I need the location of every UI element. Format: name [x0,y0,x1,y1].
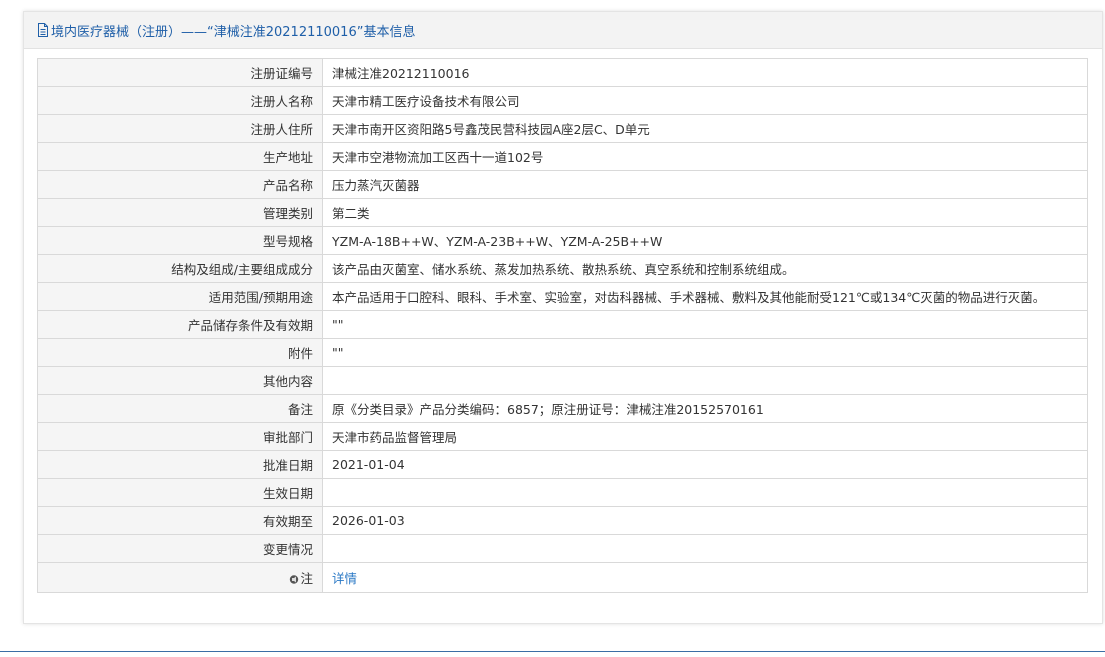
row-label: 管理类别 [37,198,323,227]
row-label: 审批部门 [37,422,323,451]
table-row: 结构及组成/主要组成成分 该产品由灭菌室、储水系统、蒸发加热系统、散热系统、真空系… [37,254,1088,283]
row-value [322,534,1088,563]
panel-header: 境内医疗器械（注册）——“津械注准20212110016”基本信息 [24,12,1102,49]
table-row: 产品储存条件及有效期 "" [37,310,1088,339]
table-row: 注册证编号 津械注准20212110016 [37,58,1088,87]
note-row: 注 详情 [37,562,1088,593]
table-row: 注册人住所 天津市南开区资阳路5号鑫茂民营科技园A座2层C、D单元 [37,114,1088,143]
table-row: 有效期至 2026-01-03 [37,506,1088,535]
detail-panel: 境内医疗器械（注册）——“津械注准20212110016”基本信息 注册证编号津… [23,11,1103,624]
row-value: 压力蒸汽灭菌器 [322,170,1088,199]
table-row: 审批部门 天津市药品监督管理局 [37,422,1088,451]
row-value: "" [322,310,1088,339]
table-row: 产品名称 压力蒸汽灭菌器 [37,170,1088,199]
table-row: 生效日期 [37,478,1088,507]
details-link[interactable]: 详情 [332,571,357,586]
row-value: 原《分类目录》产品分类编码：6857；原注册证号：津械注准20152570161 [322,394,1088,423]
row-label: 备注 [37,394,323,423]
row-label: 注册人住所 [37,114,323,143]
row-value: 第二类 [322,198,1088,227]
table-row: 管理类别 第二类 [37,198,1088,227]
table-row: 型号规格 YZM-A-18B++W、YZM-A-23B++W、YZM-A-25B+… [37,226,1088,255]
table-row: 附件 "" [37,338,1088,367]
row-value: 2026-01-03 [322,506,1088,535]
row-value: 本产品适用于口腔科、眼科、手术室、实验室，对齿科器械、手术器械、敷料及其他能耐受… [322,282,1088,311]
row-value: 天津市药品监督管理局 [322,422,1088,451]
note-label: 注 [300,570,313,586]
row-label: 生效日期 [37,478,323,507]
row-value: YZM-A-18B++W、YZM-A-23B++W、YZM-A-25B++W [322,226,1088,255]
row-label: 注册证编号 [37,58,323,87]
row-label: 注 [37,562,323,593]
table-row: 注册人名称 天津市精工医疗设备技术有限公司 [37,86,1088,115]
row-value: 天津市精工医疗设备技术有限公司 [322,86,1088,115]
row-label: 产品名称 [37,170,323,199]
row-value: "" [322,338,1088,367]
row-value: 津械注准20212110016 [322,58,1088,87]
bottom-divider [0,651,1105,652]
table-row: 变更情况 [37,534,1088,563]
row-value: 2021-01-04 [322,450,1088,479]
row-label: 适用范围/预期用途 [37,282,323,311]
row-label: 批准日期 [37,450,323,479]
info-table: 注册证编号 津械注准20212110016 注册人名称 天津市精工医疗设备技术有限公司… [37,58,1088,593]
table-row: 备注 原《分类目录》产品分类编码：6857；原注册证号：津械注准201525701… [37,394,1088,423]
row-value: 天津市空港物流加工区西十一道102号 [322,142,1088,171]
row-value: 详情 [322,562,1088,593]
table-row: 适用范围/预期用途 本产品适用于口腔科、眼科、手术室、实验室，对齿科器械、手术器械… [37,282,1088,311]
row-label: 注册人名称 [37,86,323,115]
table-row: 其他内容 [37,366,1088,395]
row-label: 生产地址 [37,142,323,171]
row-value [322,366,1088,395]
row-label: 有效期至 [37,506,323,535]
row-label: 其他内容 [37,366,323,395]
table-row: 生产地址 天津市空港物流加工区西十一道102号 [37,142,1088,171]
row-value: 天津市南开区资阳路5号鑫茂民营科技园A座2层C、D单元 [322,114,1088,143]
document-icon [37,23,49,37]
panel-title: 境内医疗器械（注册）——“津械注准20212110016”基本信息 [51,24,416,40]
row-label: 结构及组成/主要组成成分 [37,254,323,283]
row-label: 附件 [37,338,323,367]
row-label: 产品储存条件及有效期 [37,310,323,339]
row-value: 该产品由灭菌室、储水系统、蒸发加热系统、散热系统、真空系统和控制系统组成。 [322,254,1088,283]
row-value [322,478,1088,507]
table-row: 批准日期 2021-01-04 [37,450,1088,479]
row-label: 型号规格 [37,226,323,255]
row-label: 变更情况 [37,534,323,563]
speaker-icon [289,573,299,588]
